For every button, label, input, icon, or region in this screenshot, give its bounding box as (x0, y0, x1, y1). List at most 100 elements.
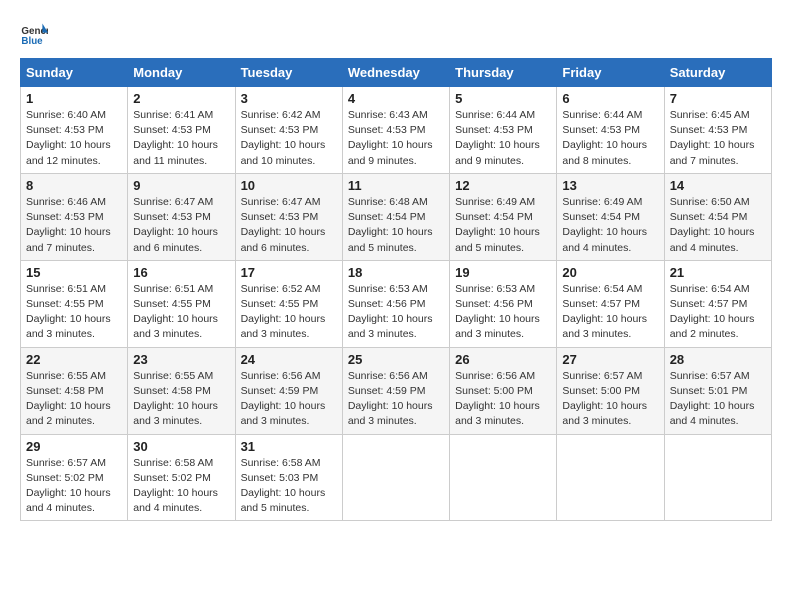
day-number: 21 (670, 265, 766, 280)
calendar-cell: 10 Sunrise: 6:47 AM Sunset: 4:53 PM Dayl… (235, 173, 342, 260)
day-number: 17 (241, 265, 337, 280)
calendar-cell: 28 Sunrise: 6:57 AM Sunset: 5:01 PM Dayl… (664, 347, 771, 434)
day-info: Sunrise: 6:56 AM Sunset: 4:59 PM Dayligh… (348, 369, 444, 430)
calendar-cell: 11 Sunrise: 6:48 AM Sunset: 4:54 PM Dayl… (342, 173, 449, 260)
logo: General Blue (20, 20, 52, 48)
day-info: Sunrise: 6:51 AM Sunset: 4:55 PM Dayligh… (26, 282, 122, 343)
day-info: Sunrise: 6:49 AM Sunset: 4:54 PM Dayligh… (455, 195, 551, 256)
calendar-cell: 9 Sunrise: 6:47 AM Sunset: 4:53 PM Dayli… (128, 173, 235, 260)
day-info: Sunrise: 6:56 AM Sunset: 4:59 PM Dayligh… (241, 369, 337, 430)
day-info: Sunrise: 6:42 AM Sunset: 4:53 PM Dayligh… (241, 108, 337, 169)
day-info: Sunrise: 6:57 AM Sunset: 5:00 PM Dayligh… (562, 369, 658, 430)
calendar-day-header: Friday (557, 59, 664, 87)
calendar-cell: 2 Sunrise: 6:41 AM Sunset: 4:53 PM Dayli… (128, 87, 235, 174)
calendar-cell: 22 Sunrise: 6:55 AM Sunset: 4:58 PM Dayl… (21, 347, 128, 434)
calendar-day-header: Saturday (664, 59, 771, 87)
day-number: 5 (455, 91, 551, 106)
day-number: 23 (133, 352, 229, 367)
calendar-cell: 12 Sunrise: 6:49 AM Sunset: 4:54 PM Dayl… (450, 173, 557, 260)
day-info: Sunrise: 6:56 AM Sunset: 5:00 PM Dayligh… (455, 369, 551, 430)
calendar-cell: 3 Sunrise: 6:42 AM Sunset: 4:53 PM Dayli… (235, 87, 342, 174)
calendar-header-row: SundayMondayTuesdayWednesdayThursdayFrid… (21, 59, 772, 87)
day-number: 24 (241, 352, 337, 367)
calendar-cell: 20 Sunrise: 6:54 AM Sunset: 4:57 PM Dayl… (557, 260, 664, 347)
calendar-table: SundayMondayTuesdayWednesdayThursdayFrid… (20, 58, 772, 521)
day-number: 28 (670, 352, 766, 367)
day-number: 3 (241, 91, 337, 106)
day-info: Sunrise: 6:57 AM Sunset: 5:02 PM Dayligh… (26, 456, 122, 517)
calendar-cell: 16 Sunrise: 6:51 AM Sunset: 4:55 PM Dayl… (128, 260, 235, 347)
day-info: Sunrise: 6:54 AM Sunset: 4:57 PM Dayligh… (670, 282, 766, 343)
day-number: 2 (133, 91, 229, 106)
day-info: Sunrise: 6:55 AM Sunset: 4:58 PM Dayligh… (26, 369, 122, 430)
day-info: Sunrise: 6:54 AM Sunset: 4:57 PM Dayligh… (562, 282, 658, 343)
calendar-cell: 25 Sunrise: 6:56 AM Sunset: 4:59 PM Dayl… (342, 347, 449, 434)
day-number: 27 (562, 352, 658, 367)
calendar-cell: 27 Sunrise: 6:57 AM Sunset: 5:00 PM Dayl… (557, 347, 664, 434)
day-number: 15 (26, 265, 122, 280)
day-info: Sunrise: 6:47 AM Sunset: 4:53 PM Dayligh… (133, 195, 229, 256)
calendar-cell: 30 Sunrise: 6:58 AM Sunset: 5:02 PM Dayl… (128, 434, 235, 521)
day-number: 29 (26, 439, 122, 454)
day-number: 8 (26, 178, 122, 193)
day-number: 10 (241, 178, 337, 193)
svg-text:Blue: Blue (21, 36, 43, 47)
calendar-day-header: Thursday (450, 59, 557, 87)
calendar-cell: 21 Sunrise: 6:54 AM Sunset: 4:57 PM Dayl… (664, 260, 771, 347)
calendar-cell: 19 Sunrise: 6:53 AM Sunset: 4:56 PM Dayl… (450, 260, 557, 347)
calendar-cell: 24 Sunrise: 6:56 AM Sunset: 4:59 PM Dayl… (235, 347, 342, 434)
day-info: Sunrise: 6:43 AM Sunset: 4:53 PM Dayligh… (348, 108, 444, 169)
calendar-cell: 8 Sunrise: 6:46 AM Sunset: 4:53 PM Dayli… (21, 173, 128, 260)
day-info: Sunrise: 6:53 AM Sunset: 4:56 PM Dayligh… (455, 282, 551, 343)
calendar-cell: 7 Sunrise: 6:45 AM Sunset: 4:53 PM Dayli… (664, 87, 771, 174)
day-info: Sunrise: 6:52 AM Sunset: 4:55 PM Dayligh… (241, 282, 337, 343)
calendar-cell: 23 Sunrise: 6:55 AM Sunset: 4:58 PM Dayl… (128, 347, 235, 434)
day-number: 12 (455, 178, 551, 193)
day-number: 18 (348, 265, 444, 280)
calendar-cell: 17 Sunrise: 6:52 AM Sunset: 4:55 PM Dayl… (235, 260, 342, 347)
calendar-day-header: Tuesday (235, 59, 342, 87)
day-info: Sunrise: 6:44 AM Sunset: 4:53 PM Dayligh… (455, 108, 551, 169)
calendar-week-row: 1 Sunrise: 6:40 AM Sunset: 4:53 PM Dayli… (21, 87, 772, 174)
calendar-cell (342, 434, 449, 521)
calendar-cell: 31 Sunrise: 6:58 AM Sunset: 5:03 PM Dayl… (235, 434, 342, 521)
page-header: General Blue (20, 20, 772, 48)
calendar-cell: 13 Sunrise: 6:49 AM Sunset: 4:54 PM Dayl… (557, 173, 664, 260)
day-number: 9 (133, 178, 229, 193)
calendar-week-row: 22 Sunrise: 6:55 AM Sunset: 4:58 PM Dayl… (21, 347, 772, 434)
day-number: 1 (26, 91, 122, 106)
calendar-cell (450, 434, 557, 521)
calendar-cell (664, 434, 771, 521)
day-number: 6 (562, 91, 658, 106)
calendar-week-row: 15 Sunrise: 6:51 AM Sunset: 4:55 PM Dayl… (21, 260, 772, 347)
calendar-cell: 6 Sunrise: 6:44 AM Sunset: 4:53 PM Dayli… (557, 87, 664, 174)
day-number: 11 (348, 178, 444, 193)
calendar-cell: 15 Sunrise: 6:51 AM Sunset: 4:55 PM Dayl… (21, 260, 128, 347)
day-info: Sunrise: 6:58 AM Sunset: 5:03 PM Dayligh… (241, 456, 337, 517)
day-number: 4 (348, 91, 444, 106)
day-info: Sunrise: 6:45 AM Sunset: 4:53 PM Dayligh… (670, 108, 766, 169)
day-number: 14 (670, 178, 766, 193)
calendar-day-header: Sunday (21, 59, 128, 87)
day-info: Sunrise: 6:51 AM Sunset: 4:55 PM Dayligh… (133, 282, 229, 343)
day-number: 22 (26, 352, 122, 367)
calendar-cell: 18 Sunrise: 6:53 AM Sunset: 4:56 PM Dayl… (342, 260, 449, 347)
day-info: Sunrise: 6:41 AM Sunset: 4:53 PM Dayligh… (133, 108, 229, 169)
day-number: 25 (348, 352, 444, 367)
day-info: Sunrise: 6:50 AM Sunset: 4:54 PM Dayligh… (670, 195, 766, 256)
day-number: 30 (133, 439, 229, 454)
calendar-week-row: 29 Sunrise: 6:57 AM Sunset: 5:02 PM Dayl… (21, 434, 772, 521)
day-info: Sunrise: 6:48 AM Sunset: 4:54 PM Dayligh… (348, 195, 444, 256)
day-info: Sunrise: 6:58 AM Sunset: 5:02 PM Dayligh… (133, 456, 229, 517)
day-number: 31 (241, 439, 337, 454)
calendar-cell: 1 Sunrise: 6:40 AM Sunset: 4:53 PM Dayli… (21, 87, 128, 174)
day-info: Sunrise: 6:46 AM Sunset: 4:53 PM Dayligh… (26, 195, 122, 256)
day-info: Sunrise: 6:53 AM Sunset: 4:56 PM Dayligh… (348, 282, 444, 343)
calendar-cell: 5 Sunrise: 6:44 AM Sunset: 4:53 PM Dayli… (450, 87, 557, 174)
calendar-day-header: Monday (128, 59, 235, 87)
calendar-cell: 26 Sunrise: 6:56 AM Sunset: 5:00 PM Dayl… (450, 347, 557, 434)
day-info: Sunrise: 6:44 AM Sunset: 4:53 PM Dayligh… (562, 108, 658, 169)
day-info: Sunrise: 6:40 AM Sunset: 4:53 PM Dayligh… (26, 108, 122, 169)
day-info: Sunrise: 6:49 AM Sunset: 4:54 PM Dayligh… (562, 195, 658, 256)
calendar-cell: 4 Sunrise: 6:43 AM Sunset: 4:53 PM Dayli… (342, 87, 449, 174)
